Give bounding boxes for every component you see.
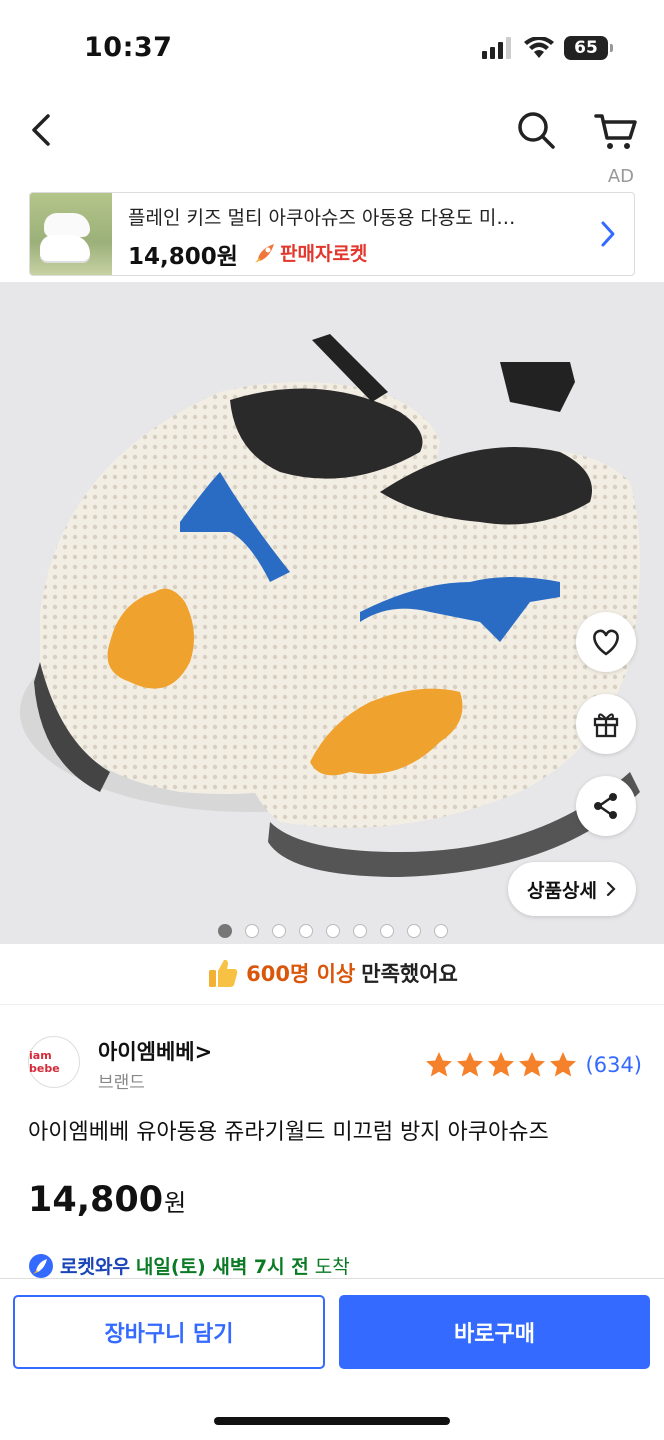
pagination-dot[interactable] bbox=[380, 924, 394, 938]
brand-name: 아이엠베베 bbox=[98, 1040, 195, 1064]
rocket-icon bbox=[255, 243, 274, 263]
ad-seller-rocket-badge: 판매자로켓 bbox=[252, 239, 367, 266]
signal-icon bbox=[482, 37, 511, 59]
chevron-left-icon bbox=[32, 114, 50, 146]
wifi-icon bbox=[524, 37, 554, 58]
delivery-info: 로켓와우 내일(토) 새벽 7시 전 도착 bbox=[28, 1252, 350, 1279]
star-icon bbox=[425, 1052, 452, 1077]
rating[interactable]: (634) bbox=[424, 1050, 642, 1080]
satisfaction-count: 600명 이상 bbox=[246, 962, 356, 986]
review-count[interactable]: (634) bbox=[586, 1053, 642, 1077]
ad-price: 14,800원 bbox=[128, 244, 238, 270]
cart-icon bbox=[594, 114, 637, 149]
ad-thumbnail bbox=[30, 193, 112, 275]
pagination-dot[interactable] bbox=[218, 924, 232, 938]
divider bbox=[0, 1004, 664, 1005]
bottom-action-bar: 장바구니 담기 바로구매 bbox=[0, 1278, 664, 1440]
back-button[interactable] bbox=[22, 108, 62, 152]
home-indicator bbox=[214, 1417, 450, 1425]
delivery-arrive: 도착 bbox=[314, 1256, 350, 1278]
star-icon bbox=[456, 1052, 483, 1077]
price-unit: 원 bbox=[164, 1189, 187, 1217]
add-to-cart-button[interactable]: 장바구니 담기 bbox=[13, 1295, 325, 1369]
pagination-dot[interactable] bbox=[299, 924, 313, 938]
search-button[interactable] bbox=[512, 106, 560, 154]
status-icons: 65 bbox=[482, 36, 613, 60]
pagination-dot[interactable] bbox=[434, 924, 448, 938]
ad-label: AD bbox=[607, 166, 634, 187]
ad-badge-label: 판매자로켓 bbox=[280, 243, 368, 265]
delivery-badge: 로켓와우 bbox=[60, 1256, 130, 1278]
pagination-dot[interactable] bbox=[353, 924, 367, 938]
battery-indicator: 65 bbox=[564, 36, 613, 60]
ad-banner[interactable]: 플레인 키즈 멀티 아쿠아슈즈 아동용 다용도 미… 14,800원 판매자로켓 bbox=[29, 192, 635, 276]
top-nav bbox=[0, 100, 664, 160]
chevron-right-icon bbox=[606, 881, 616, 897]
star-rating bbox=[424, 1050, 578, 1080]
share-icon bbox=[594, 793, 617, 819]
pagination-dot[interactable] bbox=[272, 924, 286, 938]
chevron-right-icon bbox=[601, 221, 615, 247]
image-pagination bbox=[218, 924, 448, 938]
delivery-date: 내일(토) 새벽 7시 전 bbox=[135, 1256, 309, 1278]
thumbs-up-icon bbox=[209, 959, 238, 987]
status-time: 10:37 bbox=[84, 32, 173, 63]
product-price: 14,800원 bbox=[28, 1180, 186, 1220]
brand-name-link[interactable]: 아이엠베베> bbox=[98, 1036, 212, 1066]
star-icon bbox=[518, 1052, 545, 1077]
chevron-right-icon: > bbox=[194, 1040, 213, 1064]
satisfaction-banner: 600명 이상 만족했어요 bbox=[0, 948, 664, 998]
gift-icon bbox=[593, 713, 619, 738]
brand-logo[interactable]: iam bebe bbox=[28, 1036, 80, 1088]
pagination-dot[interactable] bbox=[245, 924, 259, 938]
heart-icon bbox=[593, 629, 619, 656]
favorite-button[interactable] bbox=[576, 612, 636, 672]
buy-now-button[interactable]: 바로구매 bbox=[339, 1295, 650, 1369]
price-value: 14,800 bbox=[28, 1180, 164, 1220]
brand-type: 브랜드 bbox=[98, 1073, 145, 1093]
status-bar: 10:37 65 bbox=[0, 0, 664, 100]
product-detail-button[interactable]: 상품상세 bbox=[508, 862, 636, 916]
star-icon bbox=[487, 1052, 514, 1077]
product-photo-aqua-shoes bbox=[0, 282, 664, 944]
share-button[interactable] bbox=[576, 776, 636, 836]
product-image[interactable] bbox=[0, 282, 664, 944]
rocket-wow-icon bbox=[29, 1253, 53, 1278]
pagination-dot[interactable] bbox=[326, 924, 340, 938]
star-icon bbox=[549, 1052, 576, 1077]
pagination-dot[interactable] bbox=[407, 924, 421, 938]
ad-title: 플레인 키즈 멀티 아쿠아슈즈 아동용 다용도 미… bbox=[128, 207, 516, 229]
gift-button[interactable] bbox=[576, 694, 636, 754]
product-detail-label: 상품상세 bbox=[527, 879, 597, 902]
cart-button[interactable] bbox=[592, 106, 640, 154]
satisfaction-text: 만족했어요 bbox=[361, 962, 458, 986]
product-title: 아이엠베베 유아동용 쥬라기월드 미끄럼 방지 아쿠아슈즈 bbox=[28, 1120, 549, 1145]
search-icon bbox=[518, 112, 555, 149]
